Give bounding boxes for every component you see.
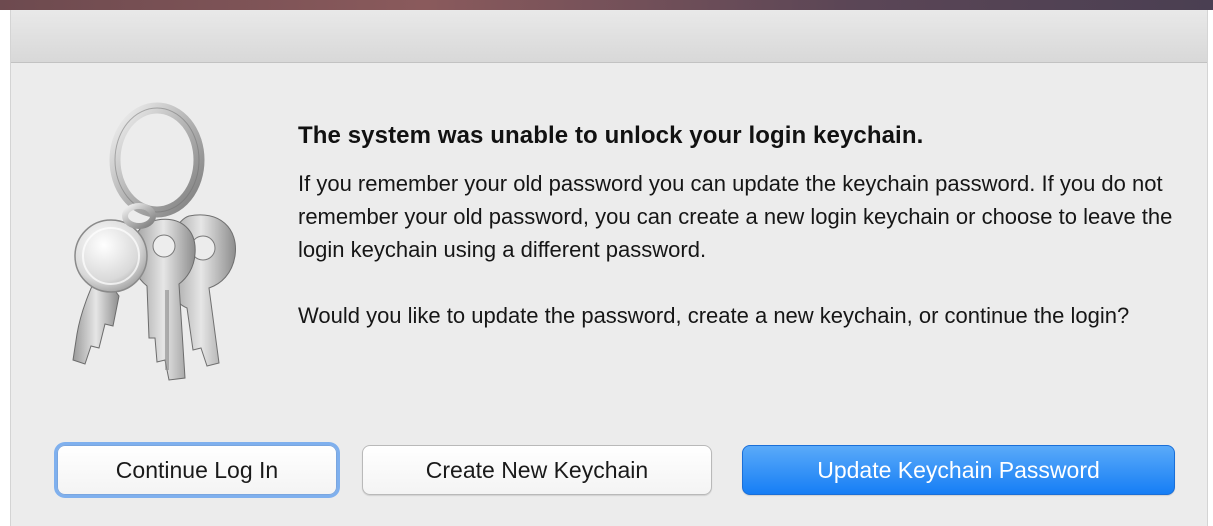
create-new-keychain-button[interactable]: Create New Keychain — [362, 445, 712, 495]
continue-log-in-button[interactable]: Continue Log In — [57, 445, 337, 495]
keychain-keys-icon — [72, 102, 236, 381]
alert-message-paragraph-1: If you remember your old password you ca… — [298, 171, 1173, 262]
screen: The system was unable to unlock your log… — [0, 0, 1213, 526]
keychain-alert-dialog: The system was unable to unlock your log… — [10, 10, 1208, 526]
desktop-background — [0, 0, 1213, 10]
dialog-titlebar[interactable] — [11, 10, 1207, 63]
alert-message: If you remember your old password you ca… — [298, 167, 1178, 332]
alert-message-paragraph-2: Would you like to update the password, c… — [298, 303, 1130, 328]
update-keychain-password-button[interactable]: Update Keychain Password — [742, 445, 1175, 495]
alert-heading: The system was unable to unlock your log… — [298, 122, 924, 149]
